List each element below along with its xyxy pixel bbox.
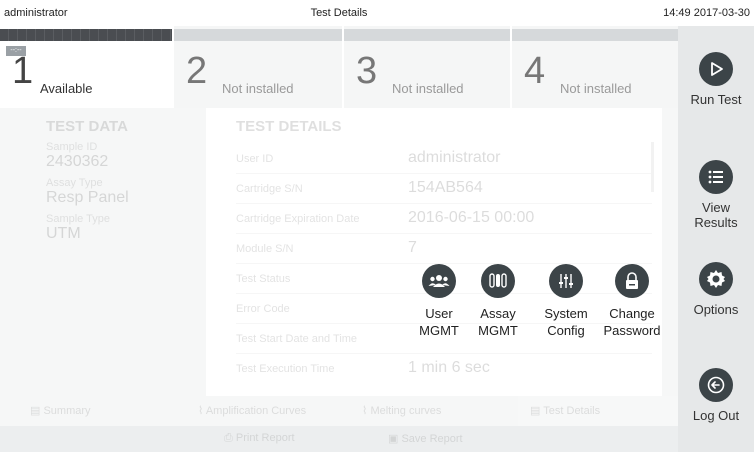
sample-type-value: UTM [46, 225, 81, 242]
assay-mgmt-label-line2: MGMT [478, 323, 518, 338]
module-status: Not installed [392, 81, 464, 96]
test-data-panel: TEST DATA Sample ID 2430362 Assay Type R… [46, 118, 196, 243]
save-report-button[interactable]: ▣ Save Report [388, 432, 463, 445]
module-progress-strip [512, 29, 678, 41]
assay-type-value: Resp Panel [46, 189, 129, 206]
tab-test-details-label: Test Details [543, 405, 601, 417]
test-tubes-icon [481, 264, 515, 298]
detail-value: administrator [408, 149, 501, 166]
module-status: Available [40, 81, 93, 96]
change-password-button[interactable]: Change Password [598, 264, 666, 339]
play-icon [699, 52, 733, 86]
module-number: 3 [356, 50, 378, 92]
module-number: 2 [186, 50, 208, 92]
module-bar: --:-- 1 Available 2 Not installed 3 Not … [0, 26, 678, 108]
print-report-button[interactable]: ⎙ Print Report [224, 432, 295, 445]
detail-row: User ID administrator [236, 144, 652, 174]
tab-melting-curves[interactable]: ⌇ Melting curves [350, 396, 510, 426]
module-1[interactable]: --:-- 1 Available [0, 26, 172, 108]
run-test-label: Run Test [690, 92, 742, 107]
sample-type-label: Sample Type [46, 213, 111, 225]
detail-row: Cartridge Expiration Date 2016-06-15 00:… [236, 204, 652, 234]
system-config-label-line2: Config [547, 323, 585, 338]
detail-label: Error Code [236, 303, 290, 315]
test-data-heading: TEST DATA [46, 118, 128, 135]
lock-icon [615, 264, 649, 298]
user-mgmt-label-line2: MGMT [419, 323, 459, 338]
assay-type-label: Assay Type [46, 177, 103, 189]
detail-label: Cartridge Expiration Date [236, 213, 360, 225]
gear-icon [699, 262, 733, 296]
detail-value: 7 [408, 239, 417, 256]
module-status: Not installed [560, 81, 632, 96]
detail-value: 154AB564 [408, 179, 483, 196]
module-number: 4 [524, 50, 546, 92]
view-results-label-line2: Results [694, 215, 738, 230]
options-button[interactable]: Options [678, 262, 754, 317]
sidebar: Run Test View Results Options Log Out [678, 26, 754, 452]
content-area: TEST DATA Sample ID 2430362 Assay Type R… [0, 108, 678, 396]
module-3[interactable]: 3 Not installed [344, 26, 510, 108]
detail-label: Module S/N [236, 243, 294, 255]
module-progress-strip [344, 29, 510, 41]
tab-amplification-curves[interactable]: ⌇ Amplification Curves [186, 396, 346, 426]
detail-row: Cartridge S/N 154AB564 [236, 174, 652, 204]
users-icon [422, 264, 456, 298]
detail-row: Module S/N 7 [236, 234, 652, 264]
scrollbar[interactable] [651, 142, 654, 192]
tab-amplification-label: Amplification Curves [205, 405, 307, 417]
run-test-button[interactable]: Run Test [678, 52, 754, 107]
print-report-label: Print Report [235, 432, 295, 444]
list-icon [699, 160, 733, 194]
sliders-icon [549, 264, 583, 298]
detail-label: Test Execution Time [236, 363, 335, 375]
change-password-label-line1: Change [609, 306, 655, 321]
logout-icon [699, 368, 733, 402]
assay-mgmt-label-line1: Assay [480, 306, 516, 321]
user-mgmt-button[interactable]: User MGMT [405, 264, 473, 339]
module-status: Not installed [222, 81, 294, 96]
save-report-label: Save Report [401, 433, 463, 445]
assay-mgmt-button[interactable]: Assay MGMT [464, 264, 532, 339]
printer-icon: ⎙ [224, 432, 233, 444]
detail-value: 1 min 6 sec [408, 359, 490, 376]
module-progress-strip [174, 29, 342, 41]
test-details-panel: TEST DETAILS User ID administrator Cartr… [206, 108, 662, 396]
module-progress-strip [0, 29, 172, 41]
detail-label: Cartridge S/N [236, 183, 303, 195]
detail-label: Test Start Date and Time [236, 333, 358, 345]
log-out-button[interactable]: Log Out [678, 368, 754, 423]
module-number: 1 [12, 50, 34, 92]
options-label: Options [693, 302, 739, 317]
log-out-label: Log Out [692, 408, 740, 423]
detail-value: 2016-06-15 00:00 [408, 209, 535, 226]
view-results-label-line1: View [702, 200, 730, 215]
bottom-tabs: ▤ Summary ⌇ Amplification Curves ⌇ Melti… [0, 396, 678, 426]
module-2[interactable]: 2 Not installed [174, 26, 342, 108]
tab-test-details[interactable]: ▤ Test Details [518, 396, 678, 426]
system-config-button[interactable]: System Config [532, 264, 600, 339]
view-results-button[interactable]: View Results [678, 160, 754, 230]
action-bar: ⎙ Print Report ▣ Save Report [0, 426, 678, 452]
sample-id-value: 2430362 [46, 153, 109, 170]
detail-label: Test Status [236, 273, 291, 285]
tab-summary-label: Summary [43, 405, 91, 417]
sample-id-label: Sample ID [46, 141, 98, 153]
system-config-label-line1: System [544, 306, 588, 321]
detail-label: User ID [236, 153, 274, 165]
datetime: 14:49 2017-03-30 [663, 7, 750, 19]
tab-summary[interactable]: ▤ Summary [18, 396, 178, 426]
top-bar: administrator Test Details 14:49 2017-03… [0, 0, 754, 26]
module-4[interactable]: 4 Not installed [512, 26, 678, 108]
test-details-heading: TEST DETAILS [236, 118, 342, 135]
detail-row: Test Execution Time 1 min 6 sec [236, 354, 652, 384]
test-details-faded-layer: TEST DETAILS User ID administrator Cartr… [206, 108, 662, 396]
tab-melting-label: Melting curves [370, 405, 442, 417]
change-password-label-line2: Password [603, 323, 661, 338]
user-mgmt-label-line1: User [425, 306, 453, 321]
page-title: Test Details [310, 7, 368, 19]
save-icon: ▣ [388, 433, 399, 445]
